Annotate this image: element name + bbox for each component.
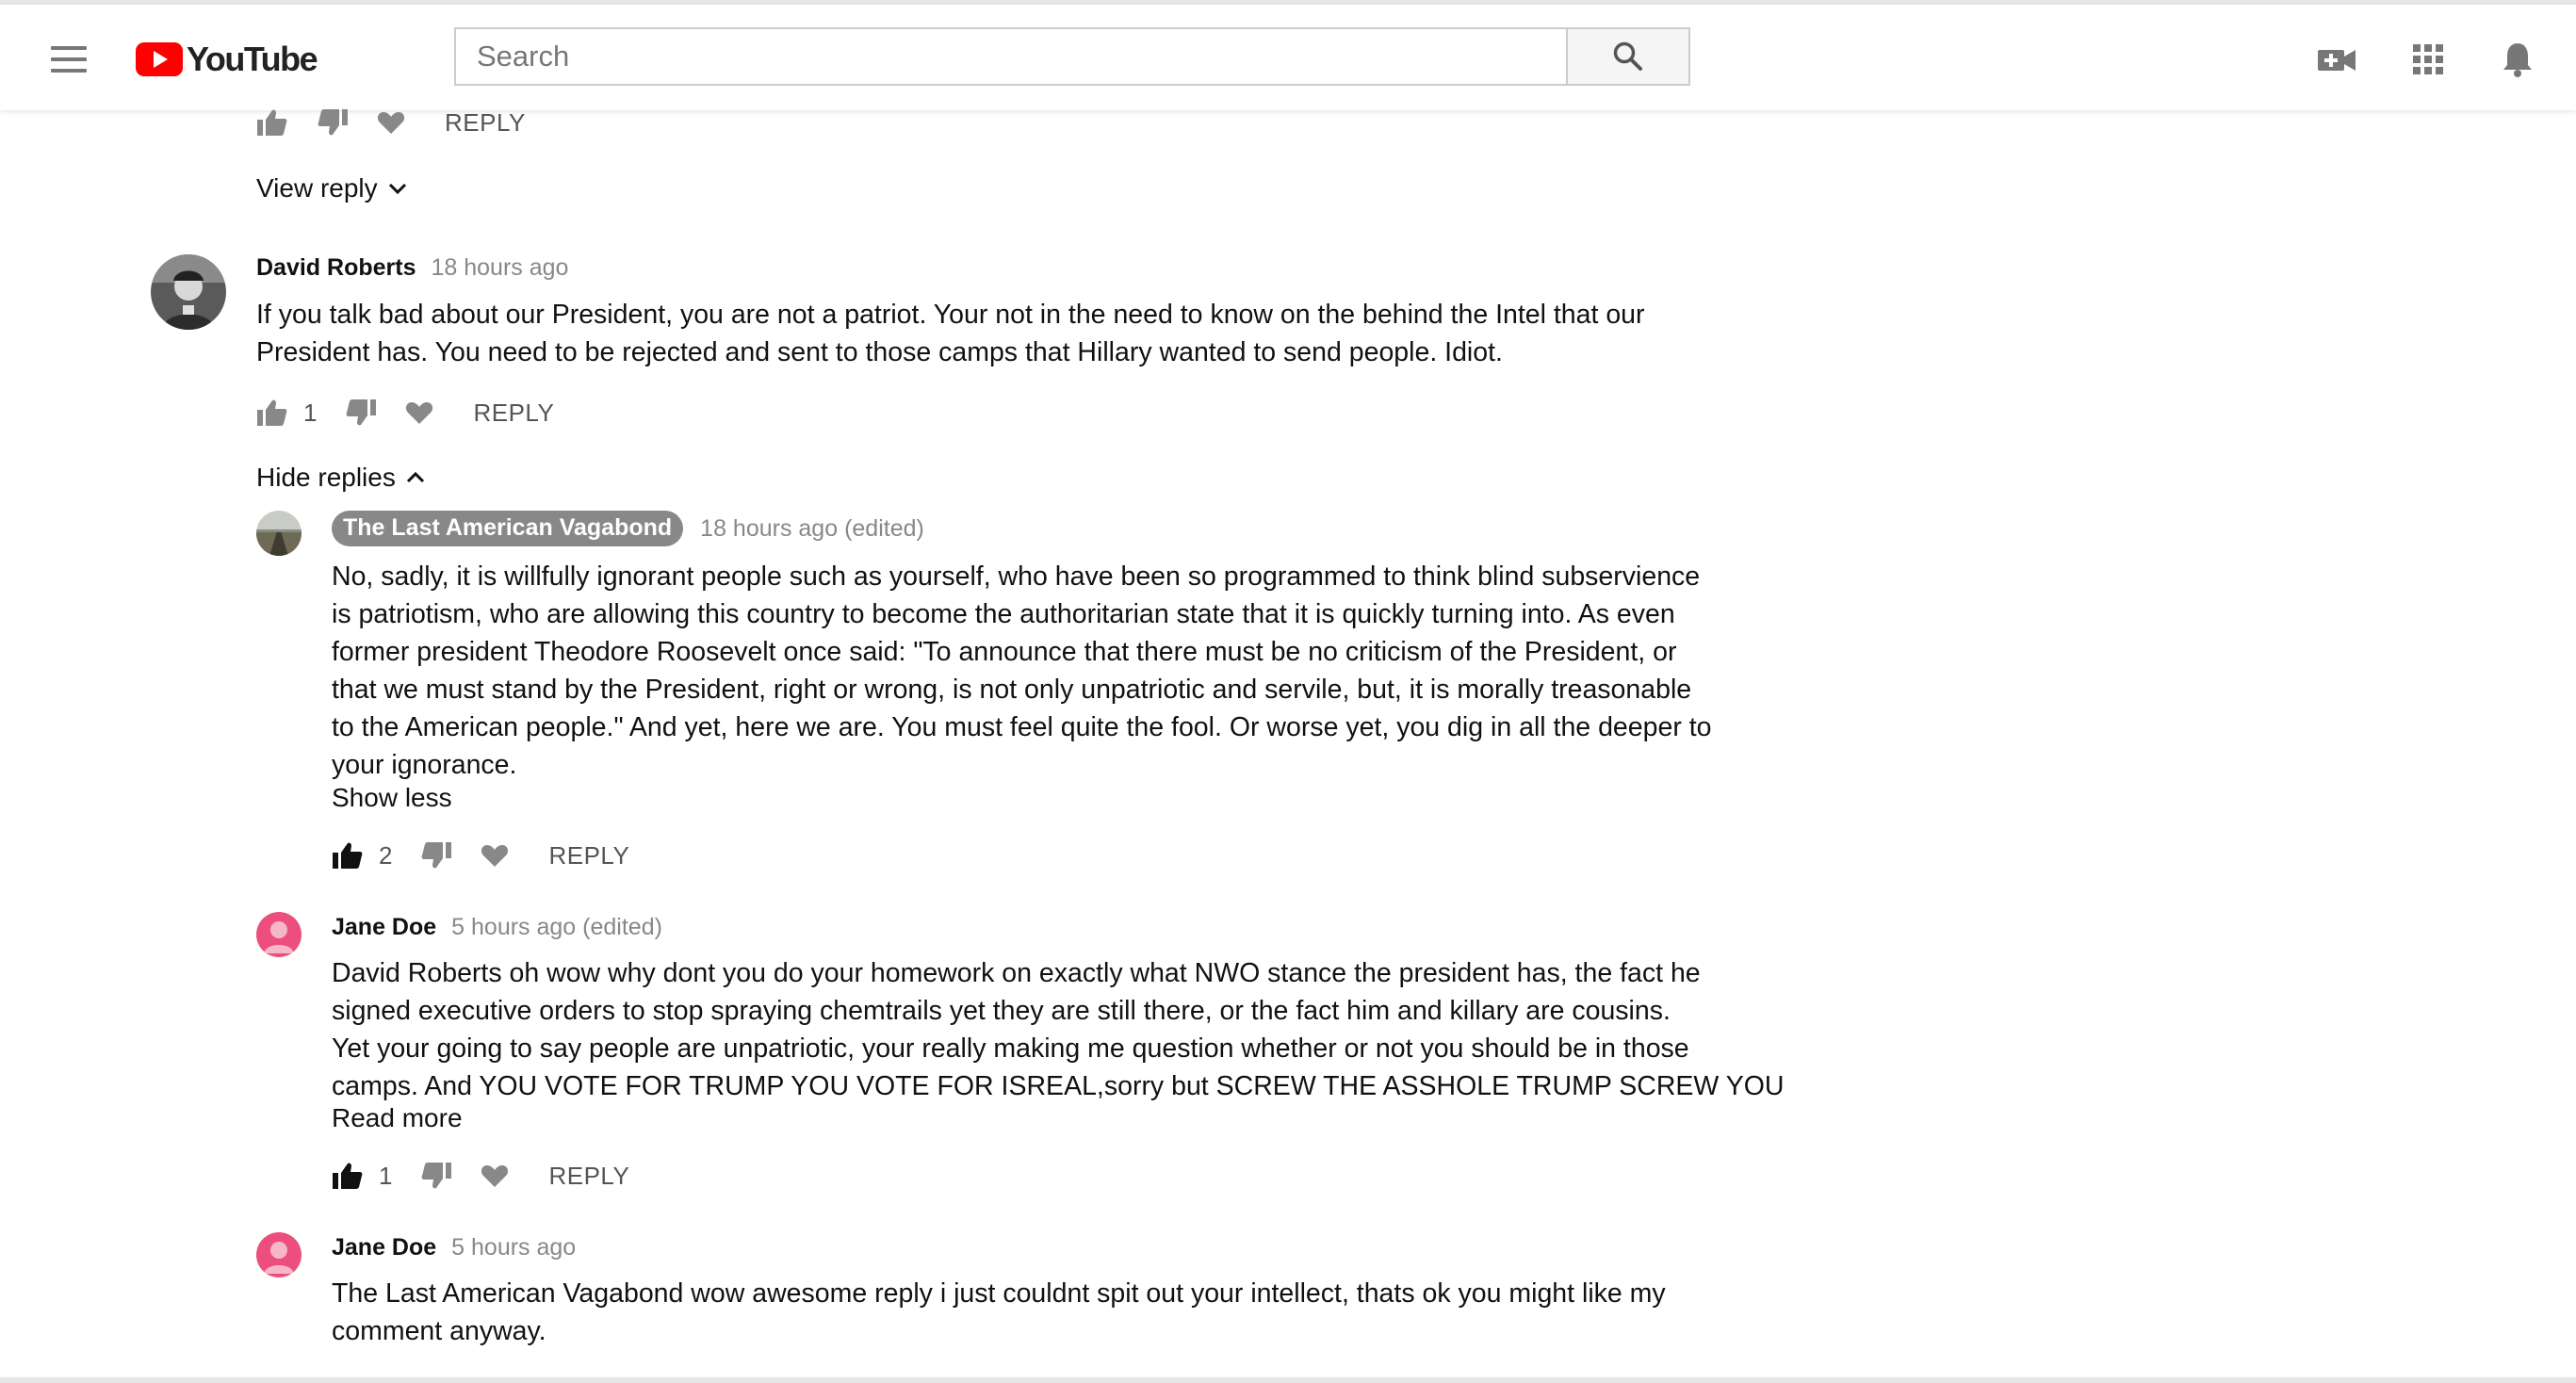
- view-reply-button[interactable]: View reply: [256, 173, 410, 203]
- search-placeholder: Search: [477, 40, 570, 73]
- heart-icon[interactable]: [481, 842, 509, 869]
- reply-text: David Roberts oh wow why dont you do you…: [332, 954, 1784, 1105]
- reply-text-line: signed executive orders to stop spraying…: [332, 996, 1671, 1026]
- reply-header: Jane Doe 5 hours ago: [332, 1234, 576, 1261]
- reply-time[interactable]: 5 hours ago (edited): [451, 914, 662, 941]
- reply-author[interactable]: Jane Doe: [332, 914, 436, 941]
- reply-text-line: camps. And YOU VOTE FOR TRUMP YOU VOTE F…: [332, 1071, 1785, 1101]
- comment-time[interactable]: 18 hours ago: [431, 254, 568, 282]
- chevron-down-icon: [388, 183, 406, 195]
- reply-text-line: that we must stand by the President, rig…: [332, 675, 1692, 705]
- reply-text-line: is patriotism, who are allowing this cou…: [332, 599, 1675, 629]
- comment-actions: 1 REPLY: [256, 394, 554, 431]
- comment-author[interactable]: David Roberts: [256, 254, 416, 282]
- comment-header: David Roberts 18 hours ago: [256, 254, 568, 282]
- reply-text-line: The Last American Vagabond wow awesome r…: [332, 1278, 1666, 1309]
- video-camera-add-icon[interactable]: [2316, 41, 2357, 78]
- thumbs-up-icon[interactable]: [332, 1161, 364, 1191]
- reply-text-line: comment anyway.: [332, 1316, 546, 1346]
- reply-text: No, sadly, it is willfully ignorant peop…: [332, 558, 1712, 784]
- thumbs-down-icon[interactable]: [317, 107, 349, 138]
- reply-text-line: former president Theodore Roosevelt once…: [332, 637, 1677, 667]
- like-count: 1: [379, 1161, 393, 1190]
- search-button[interactable]: [1568, 27, 1690, 86]
- reply-text: The Last American Vagabond wow awesome r…: [332, 1275, 1666, 1350]
- reply-text-line: No, sadly, it is willfully ignorant peop…: [332, 561, 1701, 592]
- reply-button[interactable]: REPLY: [445, 108, 526, 138]
- avatar[interactable]: [256, 912, 302, 957]
- like-count: 2: [379, 840, 393, 870]
- apps-grid-icon[interactable]: [2407, 41, 2449, 78]
- comment-text-line: If you talk bad about our President, you…: [256, 300, 1645, 330]
- search-input[interactable]: Search: [454, 27, 1568, 86]
- reply-button[interactable]: REPLY: [473, 399, 554, 428]
- reply-button[interactable]: REPLY: [548, 1162, 629, 1191]
- logo-text: YouTube: [187, 40, 318, 78]
- menu-icon[interactable]: [51, 46, 87, 73]
- avatar[interactable]: [256, 1232, 302, 1277]
- reply-text-line: your ignorance.: [332, 750, 517, 780]
- heart-icon[interactable]: [377, 109, 405, 136]
- reply-header: The Last American Vagabond 18 hours ago …: [332, 511, 924, 546]
- comment-text-line: President has. You need to be rejected a…: [256, 337, 1503, 367]
- hide-replies-label: Hide replies: [256, 463, 396, 492]
- read-more-button[interactable]: Read more: [332, 1103, 463, 1133]
- thumbs-down-icon[interactable]: [420, 840, 452, 870]
- search-icon: [1613, 41, 1642, 71]
- thumbs-down-icon[interactable]: [420, 1161, 452, 1191]
- like-count: 1: [303, 398, 318, 427]
- reply-button[interactable]: REPLY: [548, 841, 629, 870]
- heart-icon[interactable]: [481, 1163, 509, 1189]
- channel-owner-badge[interactable]: The Last American Vagabond: [332, 511, 684, 546]
- view-reply-label: View reply: [256, 173, 378, 203]
- thumbs-down-icon[interactable]: [345, 398, 377, 428]
- youtube-play-icon: [136, 42, 183, 76]
- avatar[interactable]: [256, 511, 302, 556]
- reply-actions: 2 REPLY: [332, 837, 629, 874]
- reply-time[interactable]: 5 hours ago: [451, 1234, 576, 1261]
- heart-icon[interactable]: [405, 399, 433, 426]
- avatar[interactable]: [151, 254, 226, 330]
- notification-bell-icon[interactable]: [2497, 41, 2538, 78]
- thumbs-up-icon[interactable]: [332, 840, 364, 870]
- reply-text-line: Yet your going to say people are unpatri…: [332, 1033, 1689, 1064]
- previous-comment-actions: REPLY: [256, 104, 526, 141]
- hide-replies-button[interactable]: Hide replies: [256, 463, 428, 493]
- reply-author[interactable]: Jane Doe: [332, 1234, 436, 1261]
- chevron-up-icon: [406, 471, 424, 483]
- reply-actions: 1 REPLY: [332, 1157, 629, 1195]
- masthead: YouTube Search: [0, 5, 2576, 110]
- reply-text-line: David Roberts oh wow why dont you do you…: [332, 958, 1701, 988]
- comment-text: If you talk bad about our President, you…: [256, 296, 1645, 371]
- thumbs-up-icon[interactable]: [256, 398, 288, 428]
- reply-header: Jane Doe 5 hours ago (edited): [332, 914, 662, 941]
- bottom-border: [0, 1377, 2576, 1383]
- reply-time[interactable]: 18 hours ago (edited): [700, 515, 924, 543]
- reply-text-line: to the American people." And yet, here w…: [332, 712, 1712, 742]
- show-less-button[interactable]: Show less: [332, 783, 452, 813]
- thumbs-up-icon[interactable]: [256, 107, 288, 138]
- youtube-logo[interactable]: YouTube: [136, 39, 318, 80]
